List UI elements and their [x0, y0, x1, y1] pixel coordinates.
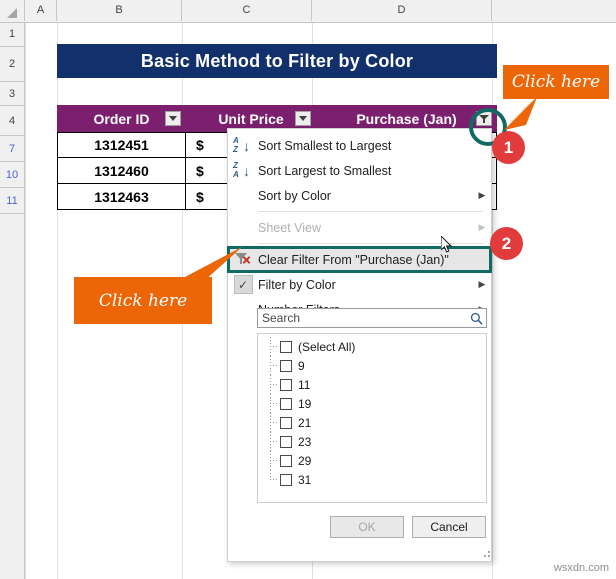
- menu-item-label: Clear Filter From "Purchase (Jan)": [258, 252, 449, 267]
- tree-connector-icon: [270, 375, 280, 394]
- table-header-order-id-label: Order ID: [93, 110, 150, 127]
- checkbox-value[interactable]: [280, 359, 292, 372]
- chevron-down-icon: [299, 116, 307, 121]
- checkbox-value[interactable]: [280, 378, 292, 391]
- column-header-a[interactable]: A: [25, 0, 57, 21]
- menu-item-sort-by-color[interactable]: Sort by Color ▶: [228, 183, 491, 208]
- tree-connector-icon: [270, 432, 280, 451]
- list-item[interactable]: 11: [258, 375, 486, 394]
- select-all-corner[interactable]: [0, 0, 25, 21]
- menu-item-filter-by-color[interactable]: ✓ Filter by Color ▶: [228, 272, 491, 297]
- list-item[interactable]: 21: [258, 413, 486, 432]
- menu-item-sort-largest-to-smallest[interactable]: Z A ↓ Sort Largest to Smallest: [228, 158, 491, 183]
- step-badge-2: 2: [490, 227, 523, 260]
- tree-connector-icon: [270, 356, 280, 375]
- table-header-unit-price-label: Unit Price: [218, 110, 284, 127]
- checkbox-value[interactable]: [280, 473, 292, 486]
- no-icon: [228, 183, 258, 208]
- column-header-c[interactable]: C: [182, 0, 312, 21]
- checkbox-value[interactable]: [280, 397, 292, 410]
- sheet-title-banner: Basic Method to Filter by Color: [57, 44, 497, 78]
- row-header-1[interactable]: 1: [0, 22, 24, 47]
- list-item-label: 9: [298, 358, 305, 373]
- list-item[interactable]: (Select All): [258, 337, 486, 356]
- cell-order-id[interactable]: 1312460: [57, 158, 186, 184]
- cell-order-id[interactable]: 1312451: [57, 132, 186, 158]
- chevron-right-icon: ▶: [478, 279, 486, 289]
- menu-item-label: Sheet View: [258, 220, 322, 235]
- column-header-e[interactable]: [492, 0, 616, 21]
- chevron-right-icon: ▶: [478, 222, 486, 232]
- watermark: wsxdn.com: [553, 562, 609, 574]
- cell-order-id[interactable]: 1312463: [57, 184, 186, 210]
- filter-value-list[interactable]: (Select All) 9 11 19 21 23 29 31: [257, 333, 487, 503]
- row-header-3[interactable]: 3: [0, 82, 24, 106]
- list-item-label: 19: [298, 396, 312, 411]
- tree-connector-icon: [270, 470, 280, 489]
- chevron-right-icon: ▶: [478, 190, 486, 200]
- menu-item-label: Sort Smallest to Largest: [258, 138, 392, 153]
- chevron-down-icon: [169, 116, 177, 121]
- search-input[interactable]: [258, 310, 466, 326]
- column-header-strip: A B C D: [0, 0, 616, 23]
- menu-item-label: Sort by Color: [258, 188, 331, 203]
- row-header-10[interactable]: 10: [0, 162, 24, 188]
- list-item[interactable]: 19: [258, 394, 486, 413]
- row-header-4[interactable]: 4: [0, 106, 24, 136]
- no-icon: [228, 215, 258, 240]
- list-item-label: 31: [298, 472, 312, 487]
- list-item-label: 29: [298, 453, 312, 468]
- mouse-cursor-icon: [441, 236, 453, 253]
- callout-click-here-2: Click here: [74, 277, 212, 324]
- cancel-button[interactable]: Cancel: [412, 516, 486, 538]
- filter-search-box[interactable]: [257, 308, 487, 328]
- checkbox-select-all[interactable]: [280, 340, 292, 353]
- menu-item-label: Filter by Color: [258, 277, 336, 292]
- checkbox-value[interactable]: [280, 454, 292, 467]
- table-header-order-id: Order ID: [57, 105, 186, 132]
- resize-grip-icon[interactable]: [484, 551, 492, 559]
- row-header-strip: 1 2 3 4 7 10 11: [0, 22, 25, 579]
- sort-ascending-icon: A Z ↓: [233, 135, 250, 154]
- grid-line: [25, 22, 26, 579]
- filter-button-order-id[interactable]: [165, 111, 181, 126]
- tree-connector-icon: [270, 451, 280, 470]
- magnifier-icon[interactable]: [466, 309, 486, 327]
- tree-connector-icon: [270, 337, 280, 356]
- column-header-d[interactable]: D: [312, 0, 492, 21]
- row-header-7[interactable]: 7: [0, 136, 24, 162]
- table-header-purchase-jan-label: Purchase (Jan): [356, 110, 457, 127]
- menu-item-label: Sort Largest to Smallest: [258, 163, 392, 178]
- list-item-label: 11: [298, 377, 311, 392]
- list-item[interactable]: 31: [258, 470, 486, 489]
- column-header-b[interactable]: B: [57, 0, 182, 21]
- list-item-label: 23: [298, 434, 312, 449]
- tree-connector-icon: [270, 394, 280, 413]
- callout-click-here-1: Click here: [503, 65, 609, 99]
- list-item[interactable]: 29: [258, 451, 486, 470]
- list-item-label: (Select All): [298, 339, 356, 354]
- checkbox-value[interactable]: [280, 416, 292, 429]
- row-header-11[interactable]: 11: [0, 188, 24, 214]
- step-badge-1: 1: [492, 131, 525, 164]
- corner-triangle-icon: [7, 8, 17, 18]
- spreadsheet-canvas: 1 2 3 4 7 10 11 A B C D Basic Method to …: [0, 0, 616, 579]
- list-item[interactable]: 9: [258, 356, 486, 375]
- no-icon: [228, 297, 258, 322]
- tree-connector-icon: [270, 413, 280, 432]
- menu-item-sort-smallest-to-largest[interactable]: A Z ↓ Sort Smallest to Largest: [228, 133, 491, 158]
- sort-descending-icon: Z A ↓: [233, 160, 250, 179]
- filter-button-unit-price[interactable]: [295, 111, 311, 126]
- ok-button[interactable]: OK: [330, 516, 404, 538]
- list-item-label: 21: [298, 415, 312, 430]
- menu-separator: [258, 211, 483, 212]
- checkbox-value[interactable]: [280, 435, 292, 448]
- row-header-2[interactable]: 2: [0, 47, 24, 82]
- list-item[interactable]: 23: [258, 432, 486, 451]
